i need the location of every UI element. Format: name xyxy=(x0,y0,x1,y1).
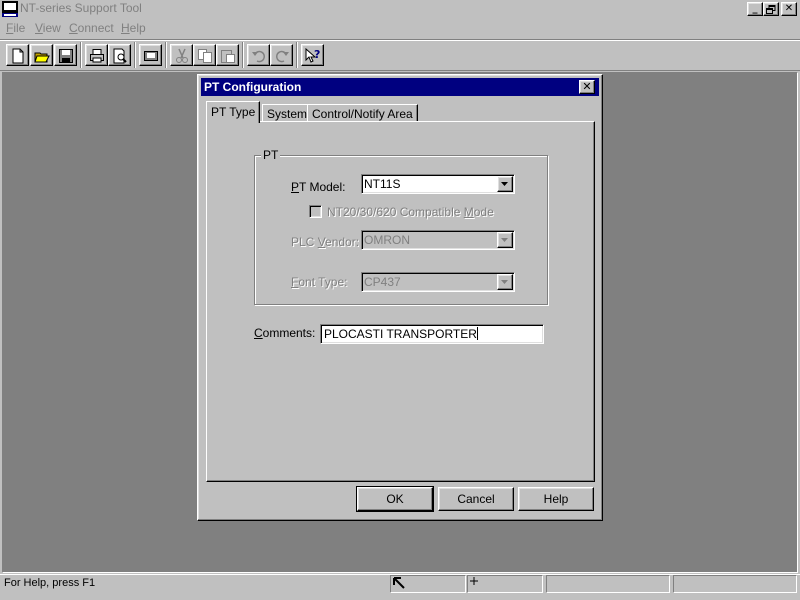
ok-button[interactable]: OK xyxy=(356,486,434,512)
toolbar-separator xyxy=(134,42,136,68)
redo-button[interactable] xyxy=(270,44,293,66)
toolbar-separator xyxy=(165,42,167,68)
font-type-value: CP437 xyxy=(364,275,401,289)
transfer-icon xyxy=(144,51,158,61)
toolbar-separator xyxy=(296,42,298,68)
undo-button[interactable] xyxy=(247,44,270,66)
comments-field[interactable]: PLOCASTI TRANSPORTER xyxy=(320,324,544,344)
status-pane xyxy=(546,575,670,593)
dropdown-button[interactable] xyxy=(497,232,513,248)
svg-text:?: ? xyxy=(314,48,320,61)
minimize-icon: _ xyxy=(752,3,758,14)
transfer-button[interactable] xyxy=(139,44,162,66)
pt-model-label: PT Model: xyxy=(291,180,346,194)
new-button[interactable] xyxy=(6,44,29,66)
menu-help[interactable]: Help xyxy=(121,21,146,35)
copy-button[interactable] xyxy=(193,44,216,66)
tab-label: PT Type xyxy=(211,105,256,119)
close-icon: ✕ xyxy=(784,3,794,14)
undo-icon xyxy=(252,50,266,63)
arrow-cursor-icon xyxy=(393,577,405,589)
cut-icon xyxy=(176,48,188,63)
print-preview-icon xyxy=(113,48,127,64)
context-help-icon: ? xyxy=(305,48,320,63)
menu-view[interactable]: View xyxy=(35,21,61,35)
print-button[interactable] xyxy=(85,44,108,66)
ok-label: OK xyxy=(386,492,404,506)
open-icon xyxy=(34,52,50,63)
font-type-label: Font Type: xyxy=(291,275,348,289)
chevron-down-icon xyxy=(501,238,508,242)
menu-file[interactable]: File xyxy=(6,21,25,35)
save-icon xyxy=(59,49,73,63)
dialog-close-button[interactable]: ✕ xyxy=(579,80,595,94)
close-button[interactable]: ✕ xyxy=(781,2,797,16)
cancel-label: Cancel xyxy=(457,492,495,506)
status-pane xyxy=(673,575,797,593)
text-caret xyxy=(476,327,478,340)
chevron-down-icon xyxy=(501,280,508,284)
status-pane-position xyxy=(467,575,543,593)
comments-value: PLOCASTI TRANSPORTER xyxy=(324,327,477,341)
minimize-button[interactable]: _ xyxy=(747,2,763,16)
plc-vendor-label: PLC Vendor: xyxy=(291,235,360,249)
paste-icon xyxy=(221,50,235,63)
pt-group-label: PT xyxy=(261,148,281,162)
redo-icon xyxy=(275,50,289,63)
compatible-mode-checkbox[interactable] xyxy=(309,205,322,218)
dropdown-button[interactable] xyxy=(497,176,513,192)
new-icon xyxy=(12,48,24,64)
title-bar: NT-series Support Tool _ ✕ xyxy=(0,0,800,18)
status-pane-cursor xyxy=(390,575,466,593)
help-button[interactable]: Help xyxy=(518,487,594,511)
print-preview-button[interactable] xyxy=(108,44,131,66)
plc-vendor-value: OMRON xyxy=(364,233,410,247)
pt-model-select[interactable]: NT11S xyxy=(361,174,515,194)
toolbar-separator xyxy=(242,42,244,68)
context-help-button[interactable]: ? xyxy=(301,44,324,66)
plc-vendor-select[interactable]: OMRON xyxy=(361,230,515,250)
help-label: Help xyxy=(543,492,569,506)
restore-button[interactable] xyxy=(763,2,779,16)
status-text: For Help, press F1 xyxy=(4,577,96,589)
toolbar-separator xyxy=(80,42,82,68)
cancel-button[interactable]: Cancel xyxy=(438,487,514,511)
tab-pt-type[interactable]: PT Type xyxy=(206,101,261,123)
crosshair-icon xyxy=(470,577,478,585)
menu-bar: File View Connect Help xyxy=(0,19,800,38)
paste-button[interactable] xyxy=(216,44,239,66)
dropdown-button[interactable] xyxy=(497,274,513,290)
print-icon xyxy=(90,49,104,63)
dialog-title: PT Configuration xyxy=(201,78,599,96)
open-button[interactable] xyxy=(30,44,53,66)
app-icon[interactable] xyxy=(2,1,18,17)
save-button[interactable] xyxy=(54,44,77,66)
app-title: NT-series Support Tool xyxy=(20,1,142,15)
close-icon: ✕ xyxy=(582,80,592,93)
tab-label: Control/Notify Area xyxy=(312,107,413,121)
tab-label: System xyxy=(267,107,308,121)
restore-icon xyxy=(766,5,776,14)
comments-label: Comments: xyxy=(254,326,316,340)
menu-connect[interactable]: Connect xyxy=(69,21,114,35)
cut-button[interactable] xyxy=(170,44,193,66)
chevron-down-icon xyxy=(501,182,508,186)
compatible-mode-label: NT20/30/620 Compatible Mode xyxy=(327,205,494,219)
font-type-select[interactable]: CP437 xyxy=(361,272,515,292)
tab-control-notify-area[interactable]: Control/Notify Area xyxy=(307,104,418,122)
tab-system[interactable]: System xyxy=(262,104,313,122)
copy-icon xyxy=(198,49,212,63)
pt-model-value: NT11S xyxy=(364,177,401,191)
